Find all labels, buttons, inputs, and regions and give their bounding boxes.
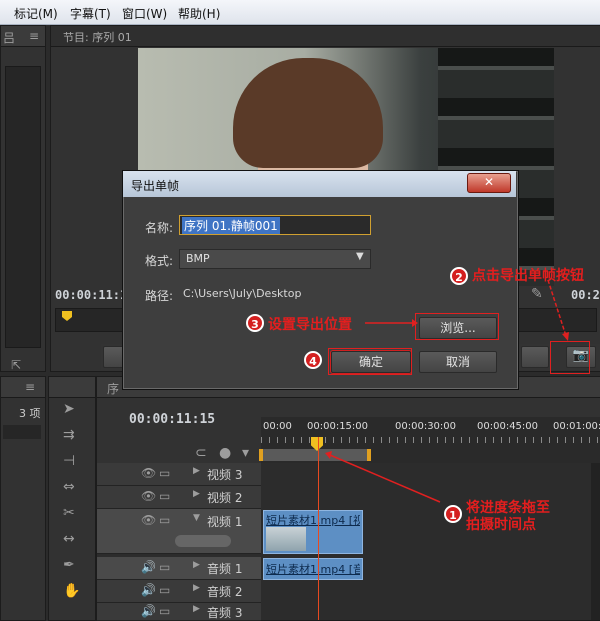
step3-text: 设置导出位置: [268, 317, 352, 333]
step1-badge: 1: [444, 505, 462, 523]
arrow-step1: [329, 454, 441, 503]
step2-badge: 2: [450, 267, 468, 285]
arrowhead-step3: [412, 319, 418, 327]
arrow-step2: [547, 279, 567, 337]
arrowhead-step2: [562, 332, 569, 341]
step4-badge: 4: [304, 351, 322, 369]
step2-text: 点击导出单帧按钮: [472, 268, 584, 284]
step3-badge: 3: [246, 314, 264, 332]
step1-text-line2: 拍摄时间点: [466, 517, 536, 533]
arrowhead-step1: [325, 451, 332, 459]
